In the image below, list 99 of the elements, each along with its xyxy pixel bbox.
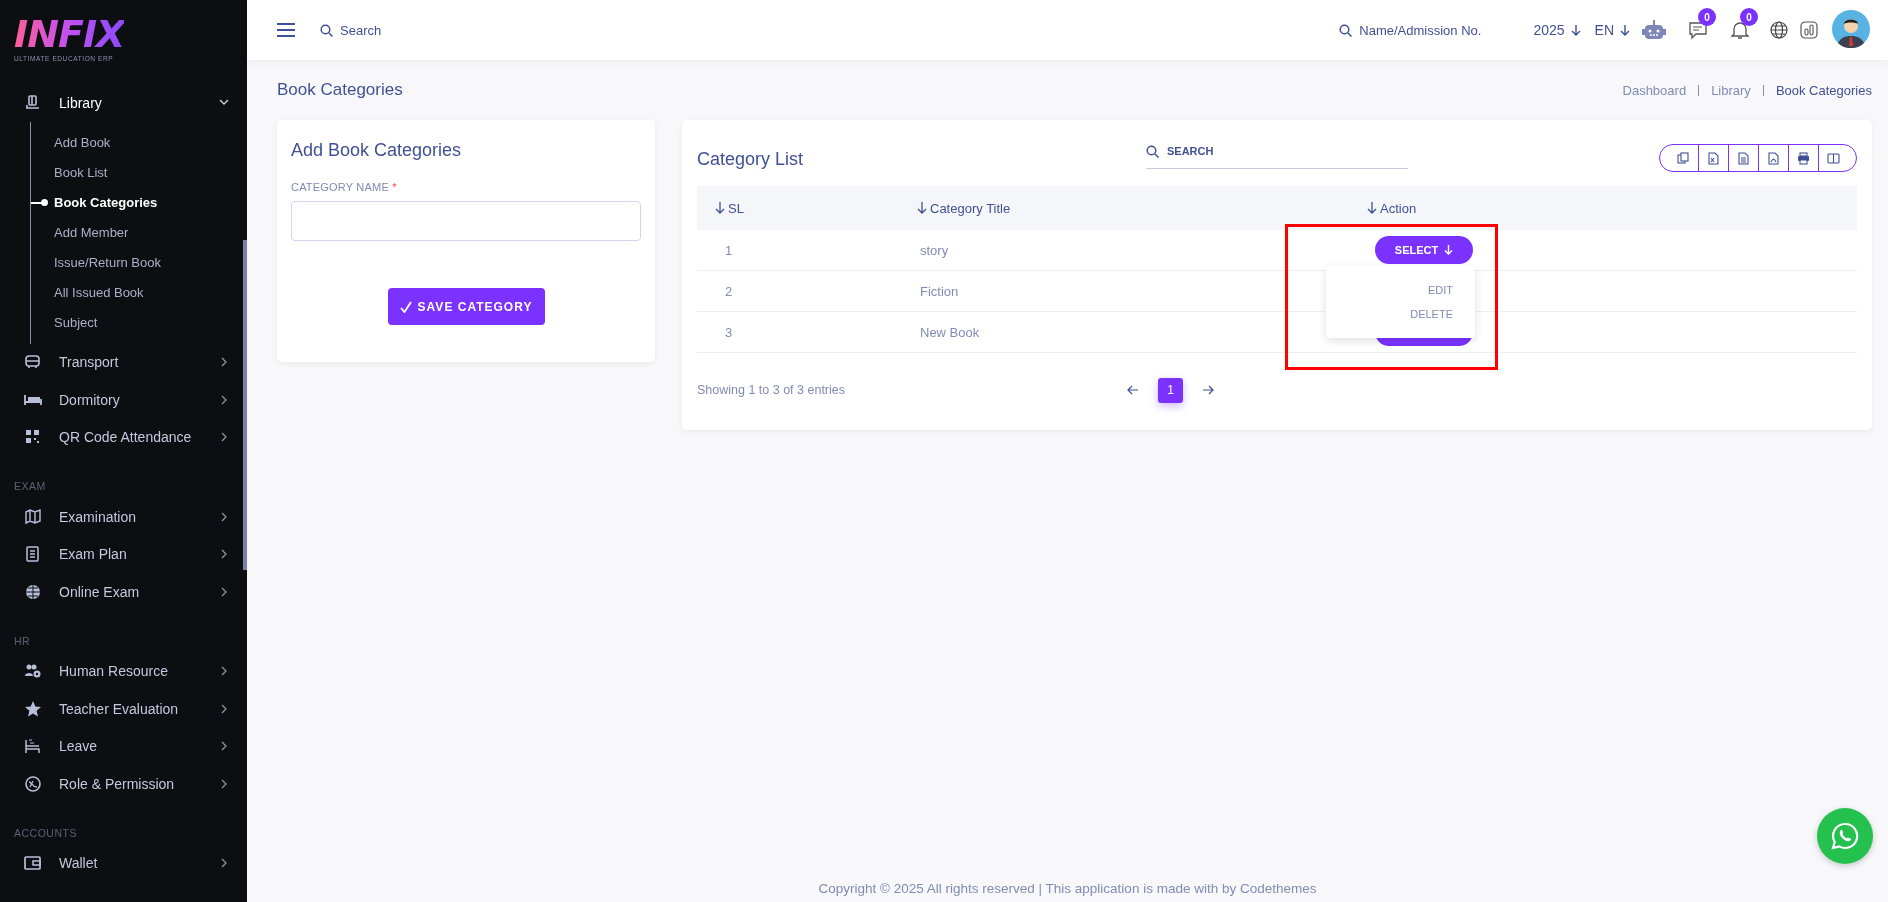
map-icon bbox=[24, 507, 42, 526]
bell-icon[interactable] bbox=[1730, 20, 1750, 40]
chevron-right-icon bbox=[219, 778, 229, 789]
arrow-right-icon[interactable] bbox=[1203, 385, 1214, 395]
sidebar-item[interactable]: Wallet bbox=[0, 844, 247, 882]
submenu-item[interactable]: Add Member bbox=[54, 225, 129, 240]
breadcrumb-link[interactable]: Book Categories bbox=[1762, 84, 1872, 96]
wallet-icon bbox=[24, 854, 42, 873]
category-name-input[interactable] bbox=[291, 201, 641, 241]
sidebar-item[interactable]: Human Resource bbox=[0, 652, 247, 690]
search-field[interactable]: Search bbox=[320, 22, 382, 38]
sidebar-item[interactable]: Leave bbox=[0, 727, 247, 765]
active-indicator bbox=[31, 201, 45, 204]
page-title: Book Categories bbox=[277, 80, 403, 100]
search-icon bbox=[1339, 23, 1353, 37]
bed-icon bbox=[24, 737, 42, 756]
star-icon bbox=[24, 699, 42, 718]
select-button[interactable]: SELECT bbox=[1375, 236, 1473, 264]
chevron-down-icon bbox=[219, 97, 229, 108]
section-heading: ACCOUNTS bbox=[13, 826, 78, 839]
page-button[interactable]: 1 bbox=[1158, 377, 1183, 403]
menu-item[interactable]: EDIT bbox=[1427, 278, 1475, 302]
year-dropdown[interactable]: 2025 bbox=[1533, 22, 1581, 38]
entries-summary: Showing 1 to 3 of 3 entries bbox=[697, 383, 845, 397]
menu-icon[interactable] bbox=[277, 23, 295, 37]
chevron-right-icon bbox=[219, 586, 229, 597]
chevron-right-icon bbox=[219, 703, 229, 714]
sidebar-item[interactable]: QR Code Attendance bbox=[0, 418, 247, 456]
table-cell: 1 bbox=[725, 242, 733, 258]
table-cell: 3 bbox=[725, 324, 733, 340]
submenu-item[interactable]: Issue/Return Book bbox=[54, 255, 161, 270]
books-icon bbox=[24, 93, 42, 112]
column-header[interactable]: Action bbox=[1380, 200, 1417, 216]
table-cell: New Book bbox=[920, 324, 980, 340]
search-field[interactable]: SEARCH bbox=[1146, 134, 1408, 169]
arrow-down-icon bbox=[1620, 24, 1630, 36]
sort-arrow-icon[interactable] bbox=[1367, 202, 1377, 214]
text-file-icon bbox=[1737, 151, 1750, 165]
section-heading: EXAM bbox=[13, 480, 47, 492]
sidebar-item[interactable]: Teacher Evaluation bbox=[0, 690, 247, 728]
chevron-right-icon bbox=[219, 666, 229, 677]
arrow-down-icon bbox=[1570, 24, 1581, 36]
chart-icon[interactable] bbox=[1800, 21, 1818, 39]
column-header[interactable]: Category Title bbox=[930, 200, 1011, 216]
table-cell: story bbox=[920, 242, 949, 258]
table-cell: Fiction bbox=[920, 283, 959, 299]
student-search-field[interactable]: Name/Admission No. bbox=[1339, 22, 1482, 38]
submenu-item[interactable]: All Issued Book bbox=[54, 285, 144, 300]
globe-icon bbox=[24, 582, 42, 601]
phone-bubble-icon bbox=[1831, 822, 1859, 850]
form-title: Add Book Categories bbox=[291, 140, 463, 161]
scrollbar-thumb[interactable] bbox=[243, 240, 247, 570]
chat-icon[interactable] bbox=[1688, 20, 1708, 40]
language-dropdown[interactable]: EN bbox=[1594, 22, 1630, 38]
chevron-right-icon bbox=[219, 394, 229, 405]
pdf-file-icon bbox=[1767, 151, 1780, 165]
shield-icon bbox=[24, 774, 42, 793]
globe-icon[interactable] bbox=[1770, 21, 1788, 39]
submenu-item[interactable]: Book Categories bbox=[54, 195, 158, 210]
copy-icon bbox=[1676, 151, 1690, 165]
chevron-right-icon bbox=[219, 741, 229, 752]
columns-icon bbox=[1827, 151, 1840, 165]
menu-item[interactable]: DELETE bbox=[1410, 302, 1475, 326]
count-badge: 0 bbox=[1740, 8, 1758, 26]
check-icon bbox=[399, 300, 412, 313]
spreadsheet-file-icon bbox=[1707, 151, 1720, 165]
arrow-down-icon bbox=[1444, 245, 1454, 255]
clipboard-icon bbox=[24, 545, 42, 564]
submenu-item[interactable]: Subject bbox=[54, 315, 98, 330]
print-icon bbox=[1797, 151, 1810, 165]
search-icon bbox=[1146, 144, 1159, 158]
chevron-right-icon bbox=[219, 357, 229, 368]
sidebar-item[interactable]: Dormitory bbox=[0, 381, 247, 419]
search-icon bbox=[320, 23, 333, 37]
card-title: Category List bbox=[697, 148, 804, 170]
section-heading: HR bbox=[13, 634, 32, 647]
chevron-right-icon bbox=[219, 432, 229, 443]
count-badge: 0 bbox=[1698, 8, 1716, 26]
sort-arrow-icon[interactable] bbox=[715, 202, 725, 214]
robot-icon[interactable] bbox=[1642, 19, 1666, 41]
field-label: CATEGORY NAME * bbox=[291, 181, 398, 193]
chevron-right-icon bbox=[219, 511, 229, 522]
save-category-button[interactable]: SAVE CATEGORY bbox=[387, 288, 545, 325]
column-header[interactable]: SL bbox=[728, 200, 744, 216]
submenu-item[interactable]: Add Book bbox=[54, 135, 111, 150]
sidebar-item[interactable]: Examination bbox=[0, 498, 247, 536]
chevron-right-icon bbox=[219, 549, 229, 560]
table-cell: 2 bbox=[725, 283, 733, 299]
sidebar-item[interactable]: Transport bbox=[0, 343, 247, 381]
sidebar-item[interactable]: Online Exam bbox=[0, 573, 247, 611]
sidebar-item[interactable]: Exam Plan bbox=[0, 535, 247, 573]
sidebar-item[interactable]: Library bbox=[0, 84, 247, 122]
arrow-left-icon[interactable] bbox=[1127, 385, 1138, 395]
footer-text: Copyright © 2025 All rights reserved | This application is made with by Codethemes bbox=[817, 881, 1318, 898]
avatar-icon[interactable] bbox=[1832, 9, 1870, 48]
submenu-item[interactable]: Book List bbox=[54, 165, 108, 180]
sidebar-item[interactable]: Role & Permission bbox=[0, 765, 247, 803]
chevron-right-icon bbox=[219, 858, 229, 869]
sort-arrow-icon[interactable] bbox=[917, 202, 927, 214]
